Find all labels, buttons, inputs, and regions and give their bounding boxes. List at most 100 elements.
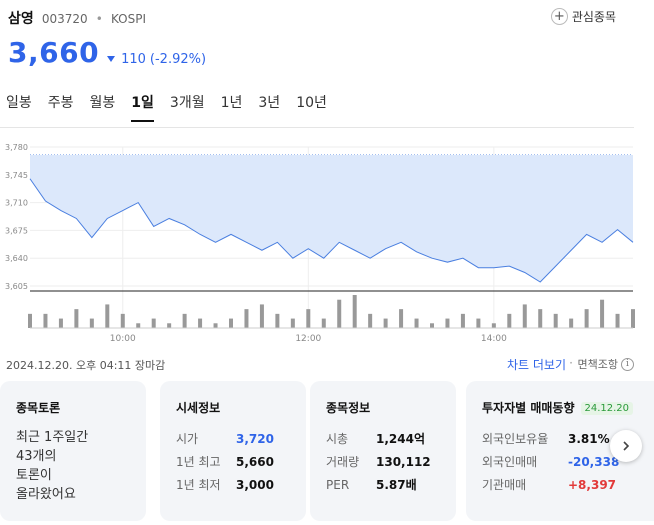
kv-value: 130,112 <box>376 455 431 469</box>
tab-10year[interactable]: 10년 <box>296 92 327 122</box>
plus-circle-icon: + <box>550 8 568 25</box>
kv-row: 거래량 130,112 <box>326 451 440 474</box>
volume-bar <box>151 318 156 328</box>
volume-bar <box>491 323 496 328</box>
disclaimer-label: 면책조항 <box>577 358 618 371</box>
tab-3year[interactable]: 3년 <box>258 92 280 122</box>
volume-bar <box>538 309 543 328</box>
discussion-line3: 토론이 <box>16 468 52 483</box>
volume-bar <box>522 304 527 328</box>
kv-value: 1,244억 <box>376 432 425 446</box>
volume-bar <box>259 304 264 328</box>
tabs-divider <box>0 127 634 128</box>
y-tick-label: 3,710 <box>5 199 28 208</box>
kv-value: 3,720 <box>236 432 274 446</box>
volume-bar <box>244 309 249 328</box>
tab-3month[interactable]: 3개월 <box>170 92 205 122</box>
change-percent: (-2.92%) <box>149 51 207 67</box>
watchlist-label: 관심종목 <box>571 10 616 24</box>
price-chart-svg: 3,780 3,745 3,710 3,675 3,640 3,605 10:00 12:00… <box>5 143 635 344</box>
kv-label: 거래량 <box>326 455 360 469</box>
volume-bar <box>43 313 48 328</box>
stock-code: 003720 <box>41 12 88 26</box>
stock-info-title: 종목정보 <box>326 401 371 415</box>
market-info-card[interactable]: 시세정보 시가 3,720 1년 최고 5,660 1년 최저 3,000 <box>160 381 306 521</box>
kv-row: 기관매매 +8,397 <box>482 474 638 497</box>
x-tick-label: 10:00 <box>110 334 136 344</box>
market-timestamp: 2024.12.20. 오후 04:11 장마감 <box>6 359 166 372</box>
tab-daily[interactable]: 일봉 <box>6 92 32 122</box>
summary-cards: 종목토론 최근 1주일간 43개의 토론이 올라왔어요 시세정보 시가 3,72… <box>0 381 654 521</box>
discussion-card[interactable]: 종목토론 최근 1주일간 43개의 토론이 올라왔어요 <box>0 381 146 521</box>
volume-bar <box>615 313 620 328</box>
price-area <box>30 154 633 283</box>
price-change: 110 (-2.92%) <box>107 52 206 67</box>
chart-more-link[interactable]: 차트 더보기 <box>507 356 566 373</box>
volume-bar <box>445 318 450 328</box>
price-chart[interactable]: 3,780 3,745 3,710 3,675 3,640 3,605 10:00 12:00… <box>0 136 654 346</box>
kv-value: 3,000 <box>236 478 274 492</box>
disclaimer-link[interactable]: 면책조항 i <box>578 356 634 372</box>
add-watchlist-button[interactable]: + 관심종목 <box>550 8 616 25</box>
footer-separator: · <box>569 356 573 370</box>
investor-trend-label: 투자자별 매매동향 <box>482 401 575 415</box>
volume-bar <box>275 313 280 328</box>
volume-bar <box>105 304 110 328</box>
market-info-title: 시세정보 <box>176 401 221 415</box>
kv-label: 1년 최저 <box>176 478 221 492</box>
kv-label: 기관매매 <box>482 478 527 492</box>
volume-bar <box>399 309 404 328</box>
volume-bar <box>368 313 373 328</box>
stock-name: 삼영 <box>8 11 34 27</box>
volume-bar <box>352 295 357 328</box>
y-tick-label: 3,605 <box>5 282 28 291</box>
tab-1year[interactable]: 1년 <box>221 92 243 122</box>
volume-bar <box>306 309 311 328</box>
kv-value: 5.87배 <box>376 478 417 492</box>
y-tick-label: 3,675 <box>5 226 28 235</box>
y-tick-label: 3,640 <box>5 254 28 263</box>
kv-label: 시총 <box>326 432 349 446</box>
volume-bar <box>569 318 574 328</box>
market-name: KOSPI <box>110 12 146 26</box>
volume-bar <box>337 299 342 328</box>
volume-bar <box>89 318 94 328</box>
kv-label: 시가 <box>176 432 199 446</box>
investor-trend-title: 투자자별 매매동향 24.12.20 <box>482 399 638 416</box>
kv-row: 1년 최저 3,000 <box>176 474 290 497</box>
stock-info-card[interactable]: 종목정보 시총 1,244억 거래량 130,112 PER 5.87배 <box>310 381 456 521</box>
price-row: 3,660 110 (-2.92%) <box>8 36 206 69</box>
volume-bar <box>58 318 63 328</box>
volume-bar <box>553 313 558 328</box>
kv-label: 외국인매매 <box>482 455 538 469</box>
tab-monthly[interactable]: 월봉 <box>90 92 116 122</box>
volume-bar <box>167 323 172 328</box>
y-tick-label: 3,780 <box>5 143 28 152</box>
period-tabs: 일봉 주봉 월봉 1일 3개월 1년 3년 10년 <box>6 92 343 122</box>
kv-label: 외국인보유율 <box>482 432 549 446</box>
kv-row: 시가 3,720 <box>176 428 290 451</box>
stock-header: 삼영 003720 • KOSPI + 관심종목 <box>8 8 654 30</box>
next-card-button[interactable] <box>610 430 642 462</box>
separator-dot: • <box>95 12 103 26</box>
volume-bar <box>476 318 481 328</box>
volume-bar <box>136 323 141 328</box>
tab-weekly[interactable]: 주봉 <box>48 92 74 122</box>
volume-bar <box>229 318 233 328</box>
volume-bar <box>28 313 32 328</box>
volume-bar <box>430 323 434 328</box>
date-badge: 24.12.20 <box>580 402 634 415</box>
y-tick-label: 3,745 <box>5 171 28 180</box>
x-tick-label: 14:00 <box>481 334 507 344</box>
chevron-right-icon <box>623 441 630 451</box>
kv-row: PER 5.87배 <box>326 474 440 497</box>
volume-bar <box>182 313 187 328</box>
volume-bar <box>631 309 635 328</box>
volume-bar <box>584 309 589 328</box>
tab-1day[interactable]: 1일 <box>131 92 154 122</box>
kv-label: 1년 최고 <box>176 455 221 469</box>
kv-value: 5,660 <box>236 455 274 469</box>
volume-bar <box>460 313 465 328</box>
discussion-title: 종목토론 <box>16 401 61 415</box>
kv-value: 3.81% <box>568 432 610 446</box>
